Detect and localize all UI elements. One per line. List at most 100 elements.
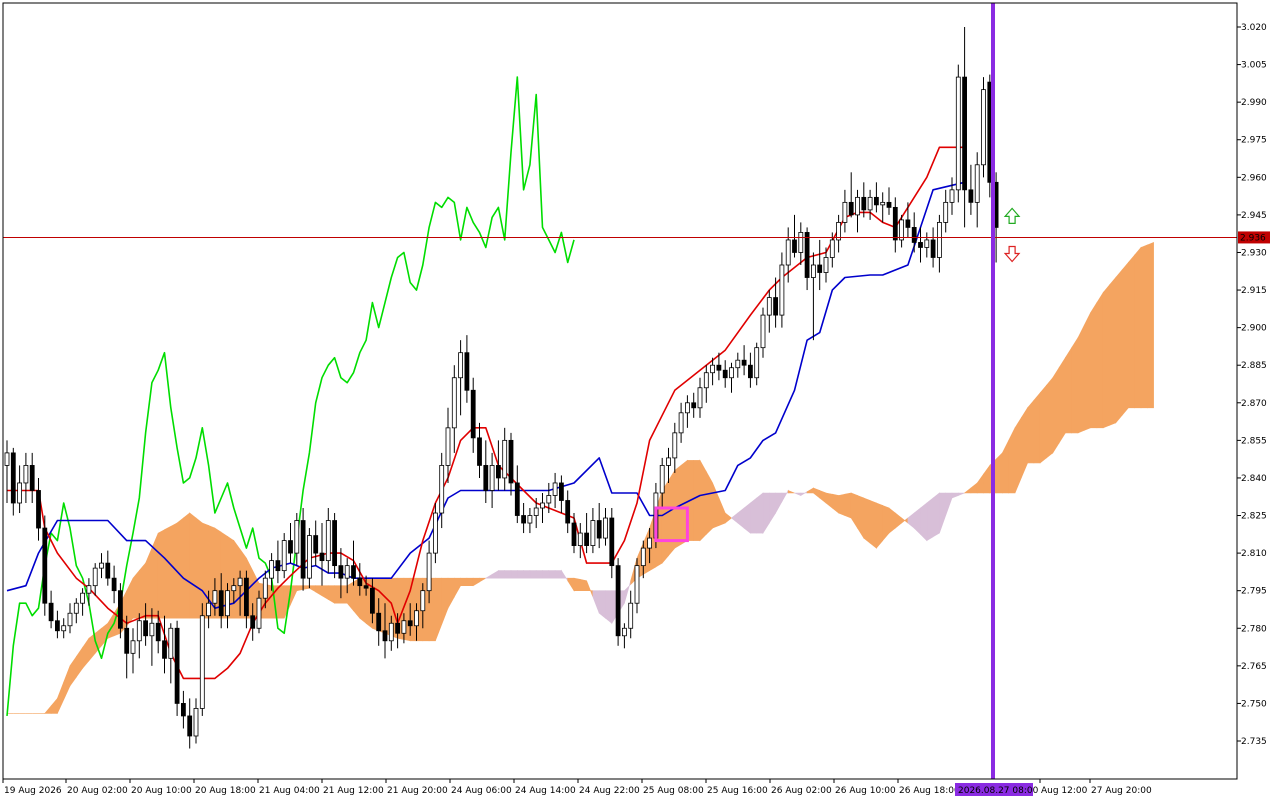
- bearish-candle: [407, 620, 413, 627]
- cloud-segment: [888, 507, 896, 534]
- cloud-segment: [1121, 261, 1129, 417]
- cloud-segment: [1071, 336, 1079, 434]
- y-tick-label: 2.840: [1241, 474, 1267, 484]
- cloud-segment: [1014, 416, 1022, 494]
- cloud-segment: [542, 570, 550, 579]
- bearish-candle: [892, 206, 898, 241]
- bullish-candle: [212, 590, 218, 604]
- cloud-segment: [901, 517, 909, 524]
- bullish-candle: [414, 610, 419, 627]
- bullish-candle: [237, 577, 243, 587]
- bearish-candle: [243, 577, 249, 617]
- cloud-segment: [498, 570, 506, 579]
- cloud-segment: [838, 493, 846, 516]
- bullish-candle: [634, 565, 640, 604]
- bullish-candle: [955, 76, 961, 191]
- bullish-candle: [855, 196, 860, 216]
- bearish-candle: [748, 364, 753, 379]
- bearish-candle: [773, 297, 778, 316]
- bullish-candle: [269, 560, 275, 579]
- bullish-candle: [785, 239, 791, 266]
- bullish-candle: [533, 507, 539, 516]
- bearish-candle: [288, 540, 293, 554]
- ichimoku-price-chart[interactable]: 3.020 3.005 2.990 2.975 2.960 2.945 2.930 2.915…: [0, 0, 1280, 800]
- cloud-segment: [145, 547, 153, 619]
- y-tick-label: 2.750: [1241, 699, 1267, 709]
- cloud-segment: [731, 512, 739, 524]
- bearish-candle: [174, 627, 180, 704]
- bearish-candle: [477, 437, 482, 466]
- bullish-candle: [306, 535, 312, 579]
- bullish-candle: [451, 377, 457, 429]
- cloud-segment: [995, 452, 1003, 494]
- cloud-segment: [139, 562, 146, 619]
- bullish-candle: [130, 640, 136, 654]
- bearish-candle: [111, 577, 117, 592]
- cloud-segment: [913, 507, 921, 536]
- bullish-candle: [672, 432, 678, 459]
- bullish-candle: [880, 201, 886, 206]
- x-tick-label: 20 Aug 18:00: [195, 786, 256, 796]
- cloud-segment: [126, 578, 134, 627]
- y-tick-label: 2.795: [1241, 587, 1267, 597]
- cloud-segment: [82, 637, 90, 670]
- y-tick-label: 3.020: [1241, 23, 1267, 33]
- cloud-segment: [983, 464, 991, 494]
- cloud-segment: [523, 570, 531, 579]
- cloud-segment: [504, 570, 512, 579]
- bullish-candle: [149, 622, 155, 637]
- bearish-candle: [105, 562, 111, 579]
- cloud-segment: [573, 577, 581, 592]
- x-tick-label: Aug 12:00: [1041, 786, 1088, 796]
- bullish-candle: [225, 590, 230, 617]
- bullish-candle: [867, 196, 873, 211]
- bearish-candle: [376, 612, 382, 632]
- cloud-segment: [183, 512, 190, 619]
- bullish-candle: [603, 517, 608, 539]
- chikou-span-line: [6, 76, 575, 716]
- cloud-segment: [957, 492, 965, 496]
- cloud-segment: [718, 497, 726, 526]
- bearish-candle: [792, 239, 797, 253]
- cloud-segment: [750, 497, 758, 534]
- bullish-candle: [281, 540, 287, 572]
- bearish-candle: [118, 590, 123, 629]
- bullish-candle: [73, 602, 79, 614]
- cloud-segment: [624, 580, 632, 604]
- x-tick-label: 25 Aug 08:00: [643, 786, 704, 796]
- cloud-segment: [277, 585, 285, 619]
- cloud-segment: [466, 577, 474, 587]
- bearish-candle: [464, 352, 470, 391]
- bullish-candle: [432, 512, 438, 554]
- bearish-candle: [470, 389, 476, 439]
- bullish-candle: [458, 352, 464, 379]
- bearish-candle: [42, 527, 48, 604]
- cloud-segment: [535, 570, 543, 579]
- cloud-segment: [863, 497, 871, 544]
- cloud-segment: [548, 570, 556, 579]
- bearish-candle: [886, 201, 892, 208]
- cloud-segment: [1046, 376, 1054, 459]
- cloud-segment: [743, 502, 751, 534]
- bearish-candle: [609, 517, 615, 567]
- x-tick-label: 19 Aug 2026: [4, 786, 62, 796]
- cloud-segment: [453, 577, 461, 599]
- cloud-segment: [69, 655, 77, 687]
- cloud-segment: [945, 492, 953, 516]
- bullish-candle: [92, 567, 98, 587]
- bullish-candle: [256, 597, 262, 629]
- bearish-candle: [313, 535, 319, 554]
- cloud-segment: [132, 569, 140, 619]
- cloud-segment: [850, 492, 858, 530]
- cloud-segment: [1109, 276, 1117, 426]
- cloud-segment: [315, 585, 323, 597]
- bullish-candle: [231, 585, 237, 592]
- bearish-candle: [36, 490, 41, 529]
- bullish-candle: [344, 565, 350, 579]
- y-tick-label: 2.915: [1241, 286, 1267, 296]
- cloud-segment: [907, 512, 915, 529]
- bearish-candle: [483, 465, 489, 491]
- bearish-candle: [716, 364, 722, 371]
- bearish-candle: [911, 227, 917, 243]
- bearish-candle: [155, 622, 161, 642]
